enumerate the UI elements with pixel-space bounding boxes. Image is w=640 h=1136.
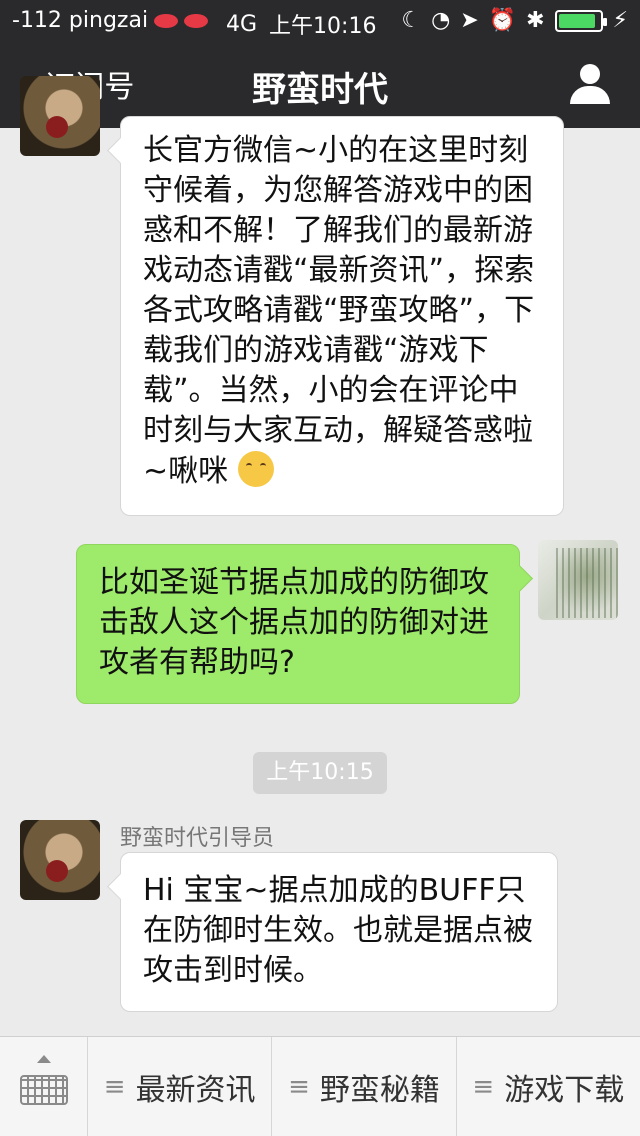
menu-list-icon: ≡ (288, 1072, 310, 1102)
lips-icon (154, 13, 179, 28)
incoming-message-bubble[interactable]: Hi 宝宝~据点加成的BUFF只在防御时生效。也就是据点被攻击到时候。 (120, 852, 558, 1012)
incoming-message-bubble[interactable]: 长官方微信~小的在这里时刻守候着，为您解答游戏中的困惑和不解！了解我们的最新游戏… (120, 116, 564, 516)
menu-button-news[interactable]: ≡ 最新资讯 (88, 1037, 273, 1136)
menu-button-download[interactable]: ≡ 游戏下载 (457, 1037, 640, 1136)
kiss-emoji-icon (237, 451, 274, 487)
moon-icon: ☾ (401, 8, 422, 33)
carrier-label: -112 pingzai (12, 8, 149, 33)
timestamp-badge: 上午10:15 (253, 752, 387, 794)
message-text: Hi 宝宝~据点加成的BUFF只在防御时生效。也就是据点被攻击到时候。 (143, 873, 533, 988)
profile-icon[interactable] (570, 64, 610, 104)
charging-icon: ⚡ (612, 8, 628, 33)
alarm-icon: ⏰ (488, 8, 517, 33)
message-text: 比如圣诞节据点加成的防御攻击敌人这个据点加的防御对进攻者有帮助吗? (99, 565, 489, 680)
menu-list-icon: ≡ (472, 1072, 495, 1102)
profile-body (570, 86, 610, 104)
battery-fill (558, 13, 595, 28)
status-right: ☾ ◔ ➤ ⏰ ✱ ⚡ (401, 8, 628, 33)
keyboard-icon (20, 1075, 68, 1105)
avatar-guide[interactable] (20, 76, 100, 156)
status-left: -112 pingzai (12, 8, 209, 33)
menu-label: 最新资讯 (135, 1073, 256, 1108)
menu-button-guide[interactable]: ≡ 野蛮秘籍 (272, 1037, 457, 1136)
bluetooth-icon: ✱ (526, 8, 545, 33)
status-bar: -112 pingzai 4G 上午10:16 ☾ ◔ ➤ ⏰ ✱ ⚡ (0, 0, 640, 40)
battery-icon (554, 9, 607, 32)
location-icon: ➤ (460, 8, 479, 33)
rotation-lock-icon: ◔ (431, 8, 451, 33)
outgoing-message-bubble[interactable]: 比如圣诞节据点加成的防御攻击敌人这个据点加的防御对进攻者有帮助吗? (76, 544, 520, 704)
message-text: 长官方微信~小的在这里时刻守候着，为您解答游戏中的困惑和不解！了解我们的最新游戏… (143, 133, 535, 489)
avatar-detail (46, 116, 68, 138)
bottom-menu-bar: ≡ 最新资讯 ≡ 野蛮秘籍 ≡ 游戏下载 (0, 1036, 640, 1136)
menu-list-icon: ≡ (103, 1072, 126, 1102)
lips-icon (184, 13, 209, 28)
status-time: 上午10:16 (269, 14, 377, 39)
profile-head (580, 64, 600, 84)
menu-label: 游戏下载 (504, 1073, 625, 1108)
chevron-up-icon (37, 1055, 51, 1063)
avatar-guide[interactable] (20, 820, 100, 900)
avatar-detail (46, 860, 68, 882)
status-center: 4G 上午10:16 (226, 8, 376, 40)
avatar-user[interactable] (538, 540, 618, 620)
menu-label: 野蛮秘籍 (319, 1073, 440, 1108)
keyboard-toggle-button[interactable] (0, 1037, 88, 1136)
sender-name: 野蛮时代引导员 (120, 826, 275, 851)
network-label: 4G (226, 11, 258, 37)
